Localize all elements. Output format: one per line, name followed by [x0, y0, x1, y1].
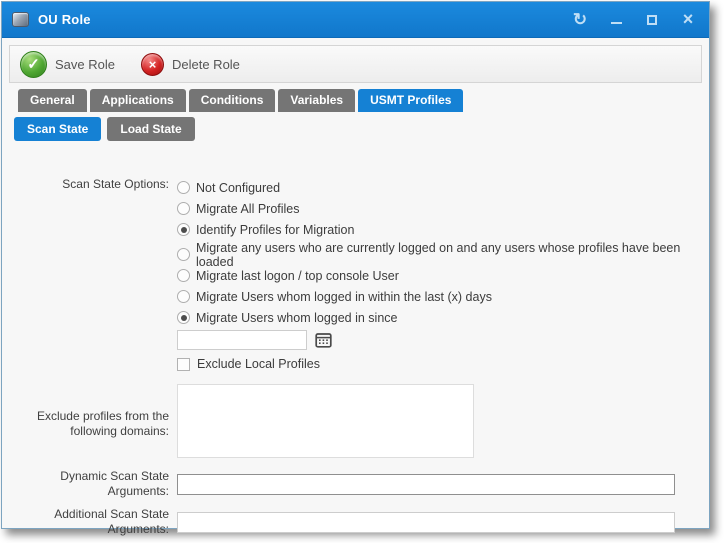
toolbar: ✓ Save Role × Delete Role: [9, 45, 702, 83]
exclude-domains-row: Exclude profiles from the following doma…: [2, 384, 709, 463]
calendar-button[interactable]: [313, 330, 333, 350]
exclude-domains-label: Exclude profiles from the following doma…: [14, 409, 177, 439]
radio-migrate-any-users[interactable]: Migrate any users who are currently logg…: [177, 244, 709, 265]
radio-label: Migrate Users whom logged in since: [196, 311, 397, 325]
scan-options-row: Scan State Options: Not Configured Migra…: [2, 177, 709, 371]
exclude-domains-textarea[interactable]: [177, 384, 474, 458]
calendar-icon: [315, 332, 332, 348]
migrate-since-date-row: [177, 330, 709, 350]
radio-migrate-since[interactable]: Migrate Users whom logged in since: [177, 307, 709, 328]
scan-state-panel: Scan State Options: Not Configured Migra…: [2, 141, 709, 537]
check-icon: ✓: [20, 51, 47, 78]
radio-icon: [177, 269, 190, 282]
dynamic-args-row: Dynamic Scan State Arguments:: [2, 469, 709, 499]
radio-label: Not Configured: [196, 181, 280, 195]
dynamic-args-label: Dynamic Scan State Arguments:: [14, 469, 177, 499]
radio-label: Migrate Users whom logged in within the …: [196, 290, 492, 304]
delete-role-button[interactable]: × Delete Role: [141, 53, 240, 76]
radio-icon: [177, 181, 190, 194]
radio-label: Identify Profiles for Migration: [196, 223, 354, 237]
save-role-label: Save Role: [55, 57, 115, 72]
tab-applications[interactable]: Applications: [90, 89, 186, 112]
migrate-since-date-input[interactable]: [177, 330, 307, 350]
checkbox-label: Exclude Local Profiles: [197, 357, 320, 371]
additional-args-label: Additional Scan State Arguments:: [14, 507, 177, 537]
radio-icon: [177, 248, 190, 261]
radio-label: Migrate All Profiles: [196, 202, 300, 216]
radio-icon: [177, 290, 190, 303]
radio-not-configured[interactable]: Not Configured: [177, 177, 709, 198]
subtab-load-state[interactable]: Load State: [107, 117, 194, 141]
window-title: OU Role: [38, 12, 569, 27]
radio-migrate-last-x-days[interactable]: Migrate Users whom logged in within the …: [177, 286, 709, 307]
scan-options-label: Scan State Options:: [14, 177, 177, 192]
radio-identify-profiles[interactable]: Identify Profiles for Migration: [177, 219, 709, 240]
exclude-local-profiles-checkbox[interactable]: Exclude Local Profiles: [177, 357, 709, 371]
refresh-icon[interactable]: ↻: [569, 9, 591, 31]
subtab-scan-state[interactable]: Scan State: [14, 117, 101, 141]
additional-arguments-input[interactable]: [177, 512, 675, 533]
radio-label: Migrate any users who are currently logg…: [196, 241, 709, 269]
ou-role-app-icon: [12, 12, 29, 27]
minimize-icon[interactable]: [605, 9, 627, 31]
dynamic-arguments-input[interactable]: [177, 474, 675, 495]
close-icon[interactable]: ×: [677, 9, 699, 31]
usmt-subtabs: Scan State Load State: [2, 117, 709, 141]
checkbox-icon: [177, 358, 190, 371]
tab-conditions[interactable]: Conditions: [189, 89, 276, 112]
radio-migrate-all-profiles[interactable]: Migrate All Profiles: [177, 198, 709, 219]
radio-icon: [177, 202, 190, 215]
tab-usmt-profiles[interactable]: USMT Profiles: [358, 89, 463, 112]
radio-label: Migrate last logon / top console User: [196, 269, 399, 283]
window-controls: ↻ ×: [569, 9, 699, 31]
save-role-button[interactable]: ✓ Save Role: [20, 51, 115, 78]
delete-role-label: Delete Role: [172, 57, 240, 72]
additional-args-row: Additional Scan State Arguments:: [2, 507, 709, 537]
radio-icon: [177, 311, 190, 324]
maximize-icon[interactable]: [641, 9, 663, 31]
tab-variables[interactable]: Variables: [278, 89, 355, 112]
x-icon: ×: [141, 53, 164, 76]
ou-role-dialog: OU Role ↻ × ✓ Save Role × Delete Role Ge…: [1, 1, 710, 529]
tab-general[interactable]: General: [18, 89, 87, 112]
title-bar: OU Role ↻ ×: [2, 2, 709, 38]
radio-icon: [177, 223, 190, 236]
main-tabs: General Applications Conditions Variable…: [2, 89, 709, 112]
